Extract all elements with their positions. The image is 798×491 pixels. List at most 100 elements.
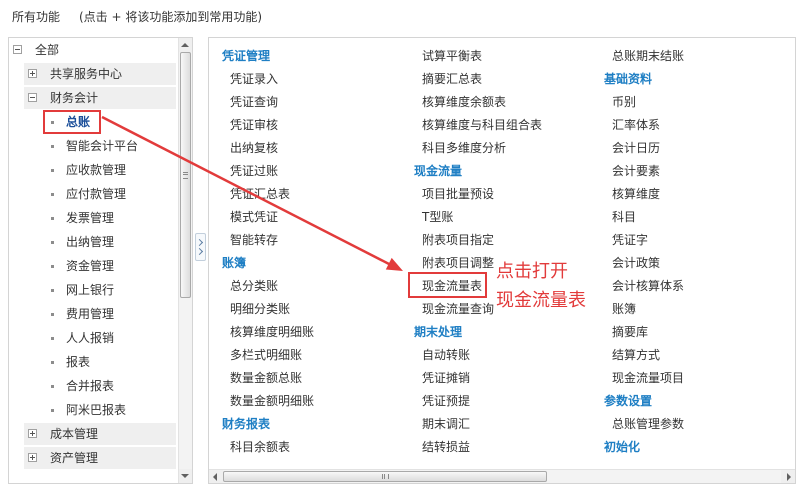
function-item[interactable]: 凭证摊销: [414, 367, 604, 390]
function-item[interactable]: 凭证预提: [414, 390, 604, 413]
function-item[interactable]: 会计政策: [604, 252, 794, 275]
function-item[interactable]: 项目批量预设: [414, 183, 604, 206]
tree-vertical-scrollbar[interactable]: [178, 38, 192, 483]
function-item[interactable]: 核算维度余额表: [414, 91, 604, 114]
expand-node-icon[interactable]: [28, 69, 37, 78]
tree-leaf-item[interactable]: 人人报销: [9, 326, 178, 350]
tree-root-item[interactable]: 全部: [9, 38, 178, 62]
page-title: 所有功能: [12, 10, 61, 24]
tree-leaf-item[interactable]: 资金管理: [9, 254, 178, 278]
tree-leaf-item[interactable]: 总账: [9, 110, 178, 134]
function-item[interactable]: 模式凭证: [222, 206, 412, 229]
function-item[interactable]: 总账管理参数: [604, 413, 794, 436]
tree-item-label: 全部: [35, 43, 60, 57]
function-item[interactable]: 试算平衡表: [414, 45, 604, 68]
scroll-thumb[interactable]: [180, 52, 191, 298]
function-item[interactable]: 多栏式明细账: [222, 344, 412, 367]
function-item[interactable]: 币别: [604, 91, 794, 114]
function-item[interactable]: 科目余额表: [222, 436, 412, 459]
function-horizontal-scrollbar[interactable]: [209, 469, 795, 483]
function-item[interactable]: 出纳复核: [222, 137, 412, 160]
label-wrapper: 核算维度明细账: [230, 321, 314, 344]
category-label: 参数设置: [604, 394, 653, 408]
tree-leaf-item[interactable]: 费用管理: [9, 302, 178, 326]
function-item[interactable]: 结转损益: [414, 436, 604, 459]
function-item[interactable]: 明细分类账: [222, 298, 412, 321]
tree-leaf-item[interactable]: 报表: [9, 350, 178, 374]
tree-leaf-item[interactable]: 合并报表: [9, 374, 178, 398]
tree-group-item[interactable]: 成本管理: [9, 422, 178, 446]
tree-leaf-item[interactable]: 网上银行: [9, 278, 178, 302]
bullet-icon: [51, 217, 54, 220]
function-item[interactable]: 会计日历: [604, 137, 794, 160]
function-label: 科目余额表: [230, 440, 291, 454]
function-item[interactable]: 核算维度明细账: [222, 321, 412, 344]
function-label: 核算维度: [612, 187, 661, 201]
scroll-thumb[interactable]: [223, 471, 547, 482]
function-item[interactable]: 凭证录入: [222, 68, 412, 91]
tree-item-label: 共享服务中心: [50, 67, 123, 81]
tree-group-item[interactable]: 共享服务中心: [9, 62, 178, 86]
label-wrapper: 初始化: [604, 436, 640, 459]
collapse-node-icon[interactable]: [28, 93, 37, 102]
scroll-left-button[interactable]: [209, 470, 223, 483]
bullet-icon: [51, 169, 54, 172]
function-item[interactable]: 数量金额总账: [222, 367, 412, 390]
function-item[interactable]: 摘要库: [604, 321, 794, 344]
tree-leaf-item[interactable]: 发票管理: [9, 206, 178, 230]
function-item[interactable]: 会计要素: [604, 160, 794, 183]
label-wrapper: 摘要汇总表: [422, 68, 482, 91]
function-item[interactable]: 总账期末结账: [604, 45, 794, 68]
tree-leaf-item[interactable]: 应付款管理: [9, 182, 178, 206]
function-item[interactable]: 现金流量项目: [604, 367, 794, 390]
function-item[interactable]: 附表项目指定: [414, 229, 604, 252]
label-wrapper: 现金流量: [414, 160, 462, 183]
function-item[interactable]: 智能转存: [222, 229, 412, 252]
highlight-box: [408, 272, 488, 298]
function-item[interactable]: T型账: [414, 206, 604, 229]
label-wrapper: 凭证查询: [230, 91, 278, 114]
function-item[interactable]: 数量金额明细账: [222, 390, 412, 413]
label-wrapper: 账簿: [612, 298, 636, 321]
function-item[interactable]: 凭证字: [604, 229, 794, 252]
collapse-node-icon[interactable]: [13, 45, 22, 54]
label-wrapper: 会计日历: [612, 137, 660, 160]
tree-group-item[interactable]: 资产管理: [9, 446, 178, 470]
function-item[interactable]: 科目多维度分析: [414, 137, 604, 160]
tree-leaf-item[interactable]: 阿米巴报表: [9, 398, 178, 422]
tree-leaf-item[interactable]: 出纳管理: [9, 230, 178, 254]
function-item[interactable]: 账簿: [604, 298, 794, 321]
expand-node-icon[interactable]: [28, 429, 37, 438]
function-item[interactable]: 核算维度: [604, 183, 794, 206]
function-item[interactable]: 科目: [604, 206, 794, 229]
function-item[interactable]: 凭证审核: [222, 114, 412, 137]
function-label: 总账期末结账: [612, 49, 685, 63]
function-label: 摘要库: [612, 325, 649, 339]
function-label: 自动转账: [422, 348, 471, 362]
bullet-icon: [51, 361, 54, 364]
scroll-down-button[interactable]: [179, 469, 192, 483]
function-item[interactable]: 核算维度与科目组合表: [414, 114, 604, 137]
tree-group-item[interactable]: 财务会计: [9, 86, 178, 110]
function-item[interactable]: 凭证过账: [222, 160, 412, 183]
expand-node-icon[interactable]: [28, 453, 37, 462]
function-item[interactable]: 汇率体系: [604, 114, 794, 137]
function-item[interactable]: 摘要汇总表: [414, 68, 604, 91]
tree-leaf-item[interactable]: 应收款管理: [9, 158, 178, 182]
scroll-up-button[interactable]: [179, 38, 192, 52]
function-item[interactable]: 总分类账: [222, 275, 412, 298]
function-item[interactable]: 自动转账: [414, 344, 604, 367]
label-wrapper: 期末处理: [414, 321, 462, 344]
function-item[interactable]: 期末调汇: [414, 413, 604, 436]
collapse-panel-button[interactable]: [195, 233, 206, 261]
scroll-right-button[interactable]: [781, 470, 795, 483]
function-label: 附表项目调整: [422, 256, 495, 270]
function-item[interactable]: 会计核算体系: [604, 275, 794, 298]
function-item[interactable]: 结算方式: [604, 344, 794, 367]
bullet-icon: [51, 289, 54, 292]
tree-leaf-item[interactable]: 智能会计平台: [9, 134, 178, 158]
function-label: 智能转存: [230, 233, 279, 247]
function-item[interactable]: 凭证查询: [222, 91, 412, 114]
function-item[interactable]: 凭证汇总表: [222, 183, 412, 206]
function-label: 结算方式: [612, 348, 661, 362]
